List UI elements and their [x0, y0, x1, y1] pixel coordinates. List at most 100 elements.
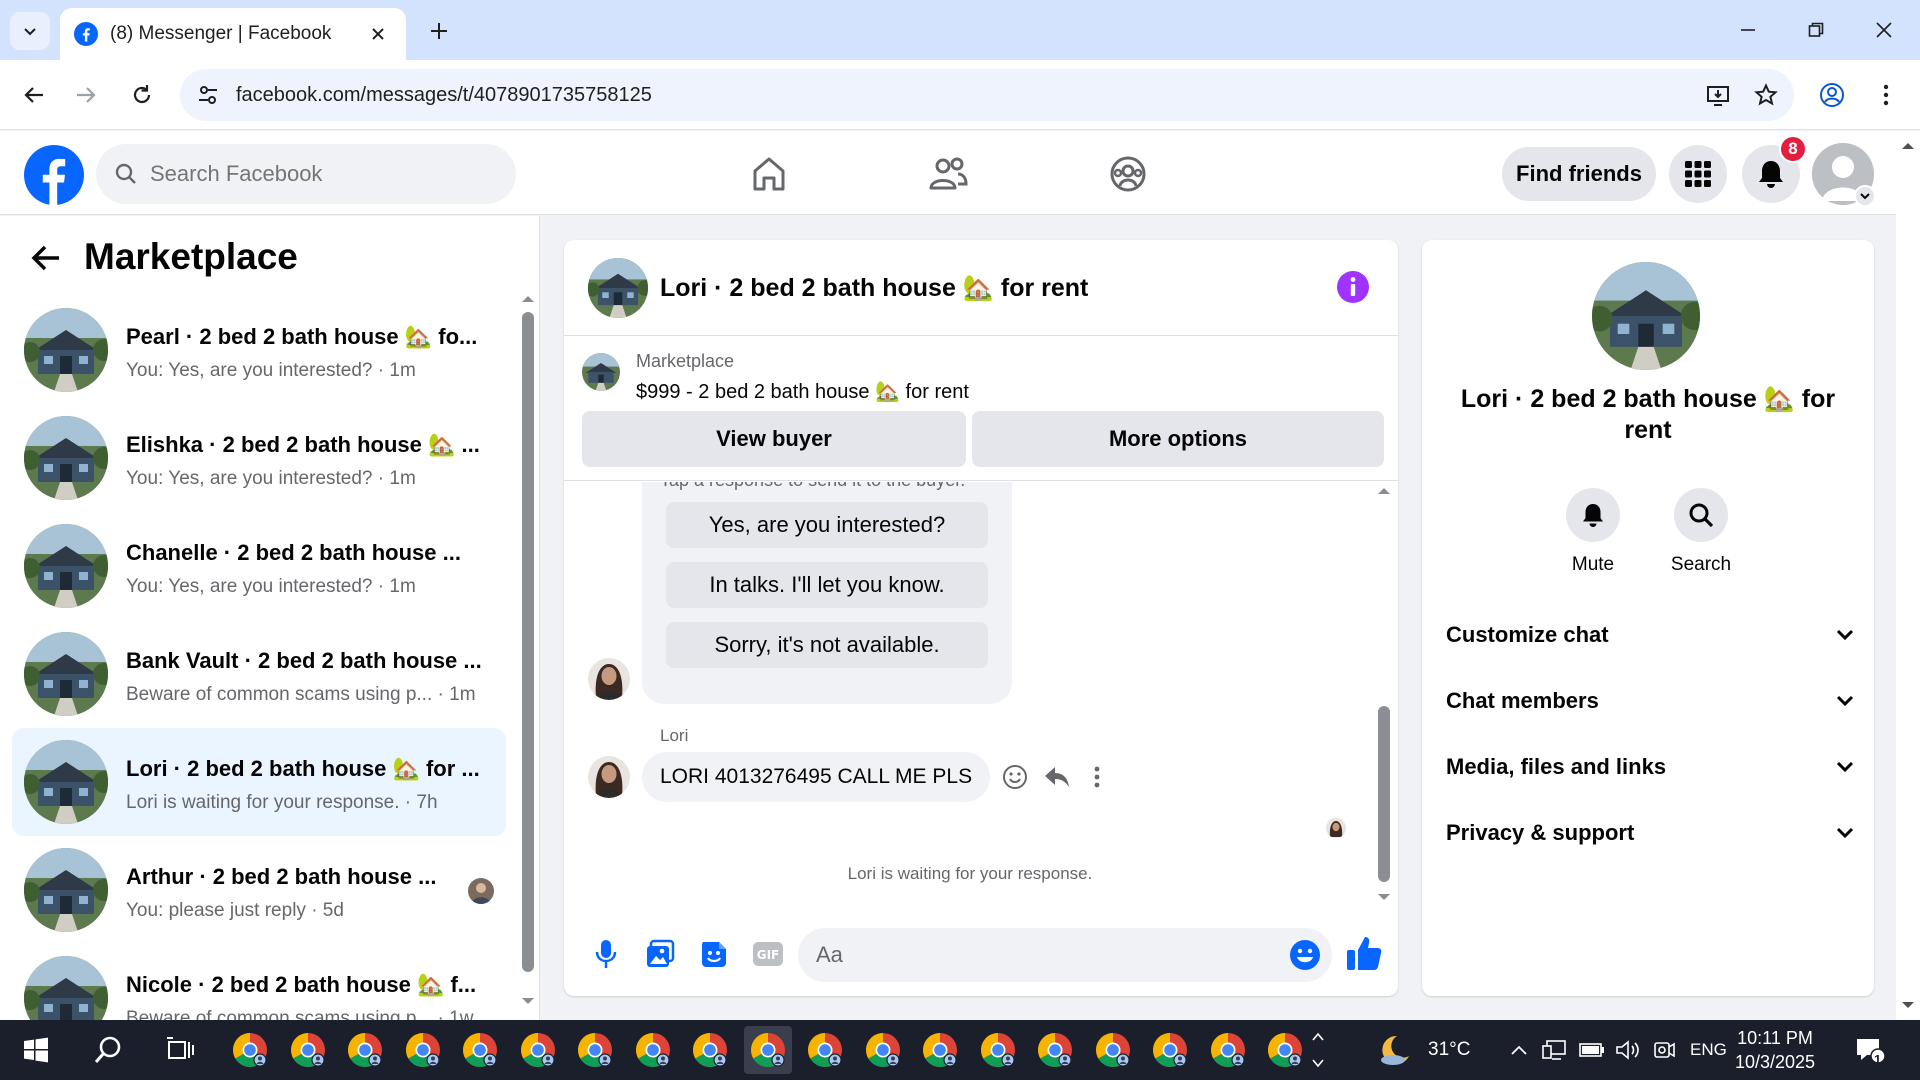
chat-item-arthur[interactable]: Arthur · 2 bed 2 bath house ... You: ple…: [12, 836, 506, 944]
volume-icon[interactable]: [1612, 1026, 1644, 1074]
chat-item-elishka[interactable]: Elishka · 2 bed 2 bath house 🏡 ... You: …: [12, 404, 506, 512]
taskbar-chrome-icon[interactable]: [743, 1026, 792, 1074]
search-action[interactable]: Search: [1656, 488, 1746, 576]
taskbar-chrome-icon[interactable]: [916, 1026, 964, 1074]
notification-center-button[interactable]: 1: [1846, 1026, 1894, 1074]
chat-item-chanelle[interactable]: Chanelle · 2 bed 2 bath house ... You: Y…: [12, 512, 506, 620]
battery-icon[interactable]: [1576, 1026, 1608, 1074]
taskbar-chrome-icon[interactable]: [1261, 1026, 1309, 1074]
taskbar-chrome-icon[interactable]: [284, 1026, 332, 1074]
page-scrollbar[interactable]: [1896, 131, 1920, 1020]
search-in-chat-button[interactable]: [1674, 488, 1728, 542]
new-tab-button[interactable]: [422, 14, 456, 48]
taskbar-search-button[interactable]: [84, 1026, 132, 1074]
minimize-button[interactable]: [1720, 8, 1776, 52]
taskbar-chrome-icon[interactable]: [456, 1026, 504, 1074]
nav-home[interactable]: [729, 145, 809, 203]
back-to-chats-button[interactable]: [26, 238, 66, 278]
install-app-icon[interactable]: [1698, 75, 1738, 115]
section-media-files-links[interactable]: Media, files and links: [1446, 742, 1854, 792]
chat-item-pearl[interactable]: Pearl · 2 bed 2 bath house 🏡 fo... You: …: [12, 296, 506, 404]
taskbar-chrome-icon[interactable]: [859, 1026, 907, 1074]
temperature[interactable]: 31°C: [1428, 1039, 1470, 1061]
quick-reply-in-talks[interactable]: In talks. I'll let you know.: [666, 562, 988, 608]
camera-icon[interactable]: [1648, 1026, 1680, 1074]
taskbar-chrome-icon[interactable]: [801, 1026, 849, 1074]
conversation-title[interactable]: Lori · 2 bed 2 bath house 🏡 for rent: [660, 274, 1088, 303]
attach-photo-button[interactable]: [640, 934, 680, 974]
sender-avatar[interactable]: [588, 658, 630, 700]
restore-button[interactable]: [1788, 8, 1844, 52]
site-settings-icon[interactable]: [188, 75, 228, 115]
chat-item-lori[interactable]: Lori · 2 bed 2 bath house 🏡 for ... Lori…: [12, 728, 506, 836]
section-privacy-support[interactable]: Privacy & support: [1446, 808, 1854, 858]
taskbar-chrome-icon[interactable]: [629, 1026, 677, 1074]
tab-search-button[interactable]: [10, 12, 50, 50]
find-friends-button[interactable]: Find friends: [1502, 147, 1656, 201]
taskbar-chrome-icon[interactable]: [341, 1026, 389, 1074]
listing-title[interactable]: $999 - 2 bed 2 bath house 🏡 for rent: [636, 379, 969, 404]
chat-item-bank-vault[interactable]: Bank Vault · 2 bed 2 bath house ... Bewa…: [12, 620, 506, 728]
mute-action[interactable]: Mute: [1548, 488, 1638, 576]
message-bubble[interactable]: LORI 4013276495 CALL ME PLS: [642, 752, 991, 802]
more-options-button[interactable]: More options: [972, 411, 1384, 467]
message-more-button[interactable]: [1080, 760, 1114, 794]
forward-button[interactable]: [66, 75, 106, 115]
gif-button[interactable]: GIF: [748, 934, 788, 974]
section-chat-members[interactable]: Chat members: [1446, 676, 1854, 726]
taskbar-chrome-icon[interactable]: [226, 1026, 274, 1074]
quick-reply-interested[interactable]: Yes, are you interested?: [666, 502, 988, 548]
network-icon[interactable]: [1538, 1026, 1570, 1074]
nav-friends[interactable]: [908, 145, 988, 203]
sender-avatar[interactable]: [588, 756, 630, 798]
taskbar-chrome-icon[interactable]: [1204, 1026, 1252, 1074]
message-scrollbar[interactable]: [1374, 484, 1394, 904]
scrollbar-thumb[interactable]: [1378, 706, 1390, 882]
facebook-search[interactable]: [96, 144, 516, 204]
thumbs-up-icon[interactable]: [1344, 934, 1384, 974]
react-button[interactable]: [998, 760, 1032, 794]
browser-menu-button[interactable]: [1866, 75, 1906, 115]
message-input[interactable]: [798, 928, 1332, 982]
reload-button[interactable]: [122, 75, 162, 115]
section-customize-chat[interactable]: Customize chat: [1446, 610, 1854, 660]
info-icon[interactable]: [1336, 270, 1370, 304]
reply-button[interactable]: [1040, 760, 1074, 794]
back-button[interactable]: [14, 75, 54, 115]
close-window-button[interactable]: [1856, 8, 1912, 52]
task-view-button[interactable]: [156, 1026, 204, 1074]
voice-clip-button[interactable]: [586, 934, 626, 974]
facebook-logo-icon[interactable]: [24, 145, 84, 205]
menu-button[interactable]: [1669, 145, 1727, 203]
emoji-icon[interactable]: [1288, 938, 1322, 972]
taskbar-chrome-icon[interactable]: [974, 1026, 1022, 1074]
taskbar-chrome-icon[interactable]: [686, 1026, 734, 1074]
address-bar[interactable]: facebook.com/messages/t/4078901735758125: [180, 69, 1794, 121]
taskbar-chrome-icon[interactable]: [1089, 1026, 1137, 1074]
weather-widget[interactable]: [1372, 1026, 1420, 1074]
facebook-search-input[interactable]: [150, 161, 470, 187]
chat-list-scrollbar[interactable]: [518, 292, 538, 1008]
scrollbar-thumb[interactable]: [522, 312, 534, 972]
tab-close-button[interactable]: [364, 20, 392, 48]
sticker-button[interactable]: [694, 934, 734, 974]
taskbar-clock[interactable]: 10:11 PM 10/3/2025: [1730, 1026, 1820, 1074]
quick-reply-not-available[interactable]: Sorry, it's not available.: [666, 622, 988, 668]
account-chevron[interactable]: [1854, 185, 1876, 207]
view-buyer-button[interactable]: View buyer: [582, 411, 966, 467]
taskbar-chrome-icon[interactable]: [514, 1026, 562, 1074]
nav-groups[interactable]: [1088, 145, 1168, 203]
taskbar-chrome-icon[interactable]: [1031, 1026, 1079, 1074]
taskbar-chrome-icon[interactable]: [571, 1026, 619, 1074]
taskbar-chrome-icon[interactable]: [1146, 1026, 1194, 1074]
input-language[interactable]: ENG: [1690, 1040, 1727, 1060]
start-button[interactable]: [12, 1026, 60, 1074]
profile-button[interactable]: [1812, 75, 1852, 115]
taskbar-overflow-button[interactable]: [1308, 1026, 1328, 1074]
conversation-avatar[interactable]: [588, 258, 648, 318]
taskbar-chrome-icon[interactable]: [399, 1026, 447, 1074]
details-avatar[interactable]: [1592, 262, 1700, 370]
tray-overflow-button[interactable]: [1504, 1026, 1534, 1074]
mute-button[interactable]: [1566, 488, 1620, 542]
browser-tab-messenger[interactable]: (8) Messenger | Facebook: [60, 8, 406, 60]
